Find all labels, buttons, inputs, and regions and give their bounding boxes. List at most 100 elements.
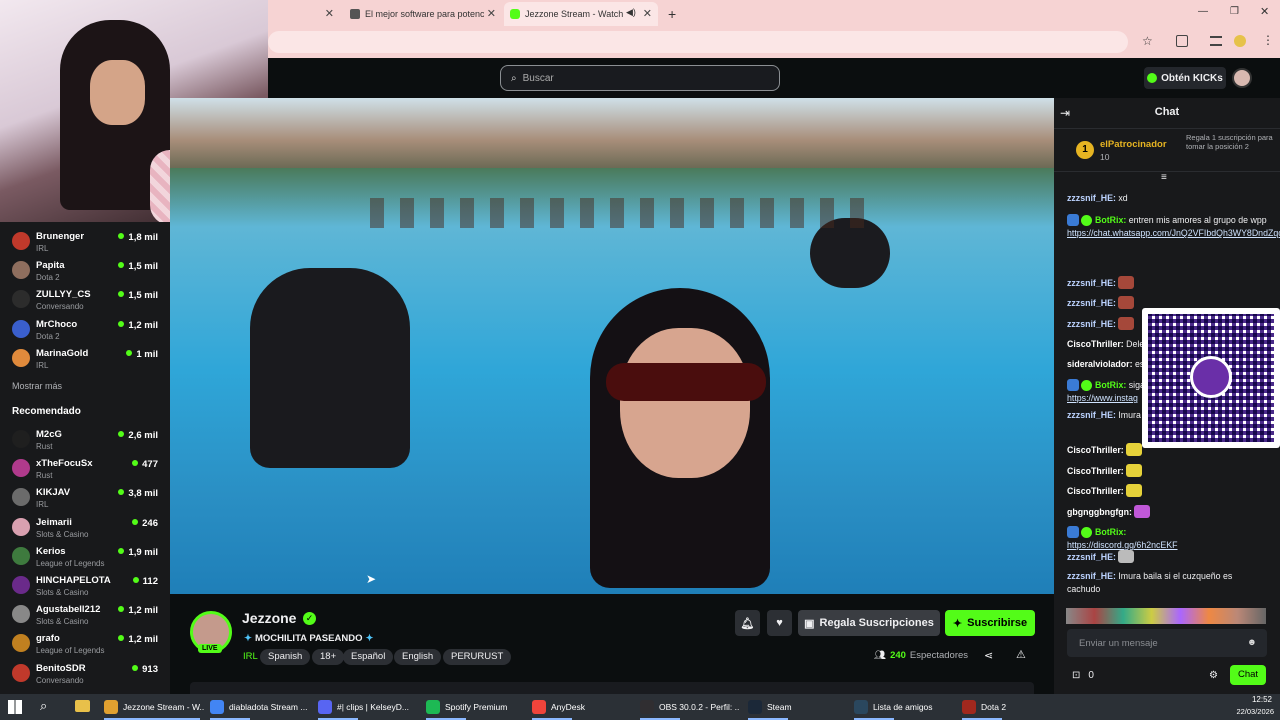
- chat-username[interactable]: CiscoThriller:: [1067, 445, 1124, 455]
- emote-bar[interactable]: [1066, 608, 1266, 624]
- gift-to-rank-text: Regala 1 suscripción para tomar la posic…: [1186, 133, 1273, 151]
- stream-category[interactable]: IRL: [243, 651, 258, 662]
- chat-username[interactable]: CiscoThriller:: [1067, 486, 1124, 496]
- taskbar-app-button[interactable]: OBS 30.0.2 - Perfil: ...: [640, 694, 740, 720]
- close-icon[interactable]: ✕: [325, 7, 334, 20]
- heart-icon[interactable]: ♥: [767, 610, 792, 636]
- search-input[interactable]: ⌕ Buscar: [500, 65, 780, 91]
- sidebar-channel-item[interactable]: M2cG Rust 2,6 mil: [0, 425, 170, 454]
- chat-username[interactable]: BotRix:: [1095, 527, 1126, 537]
- chat-link[interactable]: https://chat.whatsapp.com/JnQ2VFIbdQh3WY…: [1067, 228, 1280, 238]
- close-icon[interactable]: ✕: [643, 7, 652, 20]
- sidebar-channel-item[interactable]: grafo League of Legends 1,2 mil: [0, 629, 170, 658]
- minimize-icon[interactable]: —: [1198, 6, 1208, 17]
- tag-pill[interactable]: English: [394, 649, 442, 665]
- chat-username[interactable]: sideralviolador:: [1067, 359, 1133, 369]
- browser-tab[interactable]: El mejor software para potencia ✕: [344, 2, 502, 26]
- clock-date[interactable]: 22/03/2026: [1228, 707, 1274, 716]
- top-gifter-name[interactable]: elPatrocinador: [1100, 139, 1167, 150]
- taskbar-app-button[interactable]: Dota 2: [962, 694, 1032, 720]
- chat-username[interactable]: zzzsnif_HE:: [1067, 298, 1116, 308]
- close-window-icon[interactable]: ✕: [1260, 5, 1269, 18]
- people-icon: 👥︎: [874, 650, 887, 661]
- chat-username[interactable]: zzzsnif_HE:: [1067, 552, 1116, 562]
- share-icon[interactable]: ⋖: [984, 649, 993, 662]
- profile-icon[interactable]: [1234, 35, 1246, 47]
- sidebar-channel-item[interactable]: Kerios League of Legends 1,9 mil: [0, 542, 170, 571]
- sidebar-channel-item[interactable]: Papita Dota 2 1,5 mil: [0, 256, 170, 285]
- chat-username[interactable]: gbgnggbngfgn:: [1067, 507, 1132, 517]
- chat-link[interactable]: https://www.instag: [1067, 393, 1138, 403]
- tag-pill[interactable]: Español: [343, 649, 394, 665]
- sidebar-channel-item[interactable]: HINCHAPELOTA Slots & Casino 112: [0, 571, 170, 600]
- gift-subs-button[interactable]: ▣ Regala Suscripciones: [798, 610, 940, 636]
- clock-time[interactable]: 12:52: [1240, 695, 1272, 704]
- extensions-icon[interactable]: [1176, 35, 1188, 47]
- chat-username[interactable]: CiscoThriller:: [1067, 466, 1124, 476]
- sidebar-channel-item[interactable]: KIKJAV IRL 3,8 mil: [0, 483, 170, 512]
- taskbar-app-button[interactable]: Jezzone Stream - W...: [104, 694, 204, 720]
- settings-icon[interactable]: ⚙: [1209, 670, 1218, 681]
- close-icon[interactable]: ✕: [483, 7, 496, 20]
- taskbar-app-button[interactable]: Steam: [748, 694, 848, 720]
- bookmark-star-icon[interactable]: ☆: [1142, 34, 1153, 48]
- chat-link[interactable]: https://discord.gg/6h2ncEKF: [1067, 540, 1178, 550]
- sidebar-channel-item[interactable]: ZULLYY_CS Conversando 1,5 mil: [0, 285, 170, 314]
- restore-icon[interactable]: ❐: [1230, 6, 1239, 17]
- chat-username[interactable]: CiscoThriller:: [1067, 339, 1124, 349]
- sidebar-channel-item[interactable]: MrChoco Dota 2 1,2 mil: [0, 315, 170, 344]
- get-kicks-button[interactable]: Obtén KICKs: [1144, 67, 1226, 89]
- chat-username[interactable]: zzzsnif_HE:: [1067, 319, 1116, 329]
- viewer-count: 246: [132, 518, 158, 529]
- send-chat-button[interactable]: Chat: [1230, 665, 1266, 685]
- sidebar-channel-item[interactable]: Jeimarii Slots & Casino 246: [0, 513, 170, 542]
- subscribe-button[interactable]: ✦ Suscribirse: [945, 610, 1035, 636]
- channel-points[interactable]: ⊡ 0: [1072, 670, 1094, 681]
- video-player[interactable]: ➤: [170, 98, 1054, 594]
- speaker-icon[interactable]: ◀): [626, 7, 636, 18]
- channel-name[interactable]: Jezzone: [242, 610, 296, 626]
- media-control-icon[interactable]: [1210, 36, 1222, 46]
- browser-tab-active[interactable]: Jezzone Stream - Watch Live ◀) ✕: [504, 2, 658, 26]
- taskbar-app-button[interactable]: #| clips | KelseyD...: [318, 694, 418, 720]
- taskbar-app-button[interactable]: Spotify Premium: [426, 694, 526, 720]
- search-icon[interactable]: ⌕: [40, 698, 47, 714]
- tag-pill[interactable]: PERURUST: [443, 649, 512, 665]
- chat-username[interactable]: zzzsnif_HE:: [1067, 278, 1116, 288]
- avatar: [12, 232, 30, 250]
- chat-username[interactable]: zzzsnif_HE:: [1067, 193, 1116, 203]
- taskbar-app-button[interactable]: diabladota Stream ...: [210, 694, 310, 720]
- chat-username[interactable]: BotRix:: [1095, 380, 1126, 390]
- taskbar-app-button[interactable]: AnyDesk: [532, 694, 632, 720]
- taskbar-app-button[interactable]: Lista de amigos: [854, 694, 954, 720]
- emoji-icon[interactable]: ☻: [1247, 637, 1257, 648]
- tag-pill[interactable]: 18+: [312, 649, 345, 665]
- address-input[interactable]: [268, 31, 1128, 53]
- user-avatar[interactable]: [1232, 68, 1252, 88]
- new-tab-button[interactable]: +: [662, 2, 682, 26]
- browser-tab-partial[interactable]: ✕: [268, 2, 340, 26]
- bell-icon[interactable]: 🔔︎: [735, 610, 760, 636]
- chat-input[interactable]: Enviar un mensaje ☻: [1067, 629, 1267, 657]
- chat-username[interactable]: zzzsnif_HE:: [1067, 410, 1116, 420]
- expand-icon[interactable]: ≡: [1161, 172, 1167, 183]
- tag-pill[interactable]: Spanish: [260, 649, 311, 665]
- windows-start-icon[interactable]: [8, 700, 22, 714]
- sidebar-channel-item[interactable]: BenitoSDR Conversando 913: [0, 659, 170, 688]
- channel-name: xTheFocuSx: [36, 458, 93, 470]
- sidebar-channel-item[interactable]: MarinaGold IRL 1 mil: [0, 344, 170, 373]
- channel-name: grafo: [36, 633, 60, 645]
- show-more-link[interactable]: Mostrar más: [12, 381, 62, 391]
- channel-category: Slots & Casino: [36, 617, 89, 627]
- channel-category: Dota 2: [36, 331, 60, 341]
- channel-name: Kerios: [36, 545, 66, 557]
- menu-kebab-icon[interactable]: ⋮: [1262, 33, 1274, 47]
- file-explorer-icon[interactable]: [75, 700, 90, 712]
- sidebar-channel-item[interactable]: xTheFocuSx Rust 477: [0, 454, 170, 483]
- sidebar-channel-item[interactable]: Agustabell212 Slots & Casino 1,2 mil: [0, 600, 170, 629]
- avatar: [12, 634, 30, 653]
- chat-username[interactable]: BotRix:: [1095, 215, 1126, 225]
- sidebar-channel-item[interactable]: Brunenger IRL 1,8 mil: [0, 227, 170, 256]
- report-icon[interactable]: ⚠: [1016, 648, 1026, 661]
- chat-username[interactable]: zzzsnif_HE:: [1067, 571, 1116, 581]
